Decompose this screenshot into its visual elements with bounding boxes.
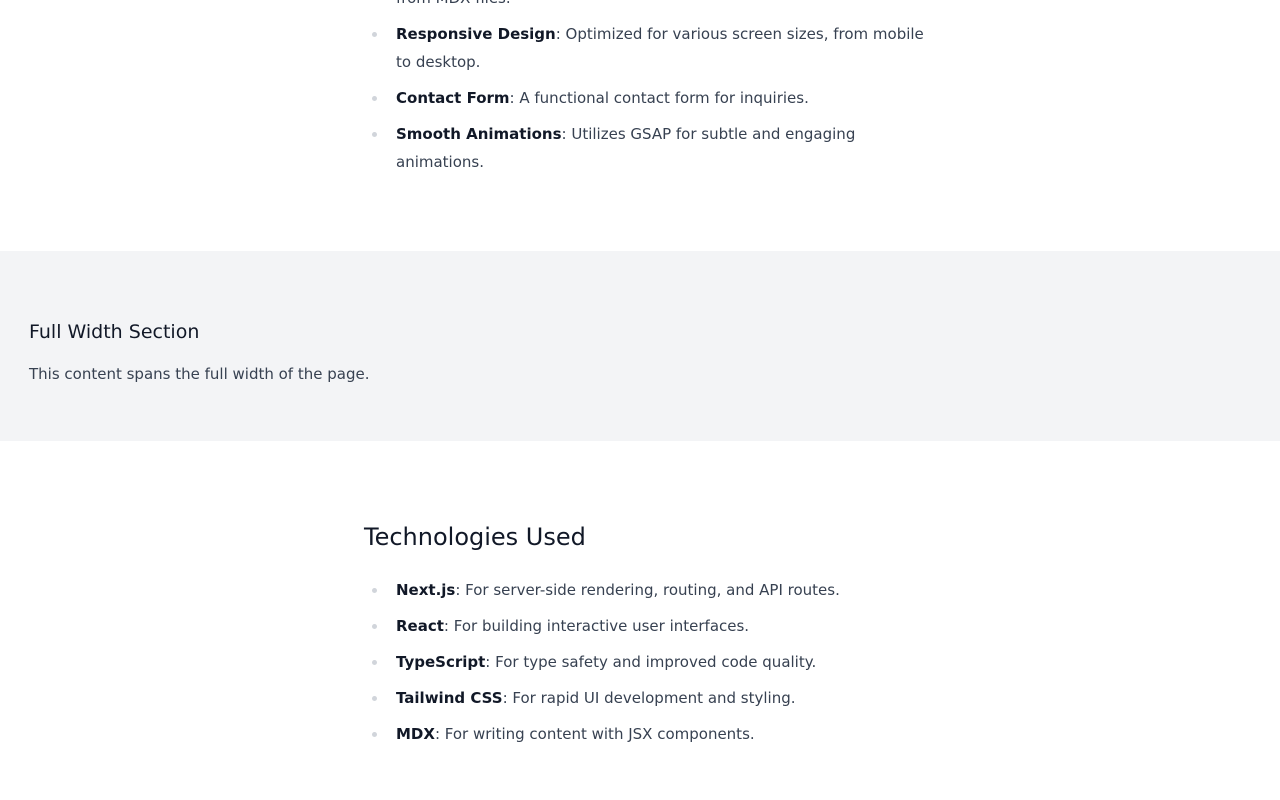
bullet-icon [372,624,377,629]
list-item: Contact Form: A functional contact form … [364,84,924,112]
feature-name: Smooth Animations [396,125,562,143]
bullet-icon [372,32,377,37]
technology-desc: : For building interactive user interfac… [443,617,750,635]
technologies-list: Next.js: For server-side rendering, rout… [364,576,924,748]
technology-name: Next.js [396,581,456,599]
feature-desc: : A functional contact form for inquirie… [509,89,809,107]
list-item: React: For building interactive user int… [364,612,924,640]
technology-desc: : For rapid UI development and styling. [502,689,796,707]
list-item: TypeScript: For type safety and improved… [364,648,924,676]
page: from MDX files. Responsive Design: Optim… [0,0,1280,800]
list-item: MDX: For writing content with JSX compon… [364,720,924,748]
features-section: from MDX files. Responsive Design: Optim… [364,0,924,184]
technology-desc: : For type safety and improved code qual… [485,653,817,671]
feature-desc: from MDX files. [396,0,511,12]
features-list: from MDX files. Responsive Design: Optim… [364,0,924,176]
technology-desc: : For server-side rendering, routing, an… [455,581,840,599]
bullet-icon [372,96,377,101]
list-item: Next.js: For server-side rendering, rout… [364,576,924,604]
technology-name: React [396,617,444,635]
bullet-icon [372,732,377,737]
bullet-icon [372,660,377,665]
section-title: Full Width Section [29,321,200,343]
technology-name: Tailwind CSS [396,689,503,707]
full-width-section: Full Width Section This content spans th… [0,251,1280,441]
list-item: Responsive Design: Optimized for various… [364,20,924,76]
technologies-section: Technologies Used Next.js: For server-si… [364,520,924,756]
technology-name: TypeScript [396,653,486,671]
technology-name: MDX [396,725,435,743]
bullet-icon [372,588,377,593]
section-text: This content spans the full width of the… [29,365,370,383]
technologies-title: Technologies Used [364,523,586,551]
bullet-icon [372,132,377,137]
feature-name: Contact Form [396,89,510,107]
list-item: Smooth Animations: Utilizes GSAP for sub… [364,120,924,176]
list-item: from MDX files. [364,0,924,12]
list-item: Tailwind CSS: For rapid UI development a… [364,684,924,712]
feature-name: Responsive Design [396,25,556,43]
bullet-icon [372,696,377,701]
technology-desc: : For writing content with JSX component… [434,725,755,743]
